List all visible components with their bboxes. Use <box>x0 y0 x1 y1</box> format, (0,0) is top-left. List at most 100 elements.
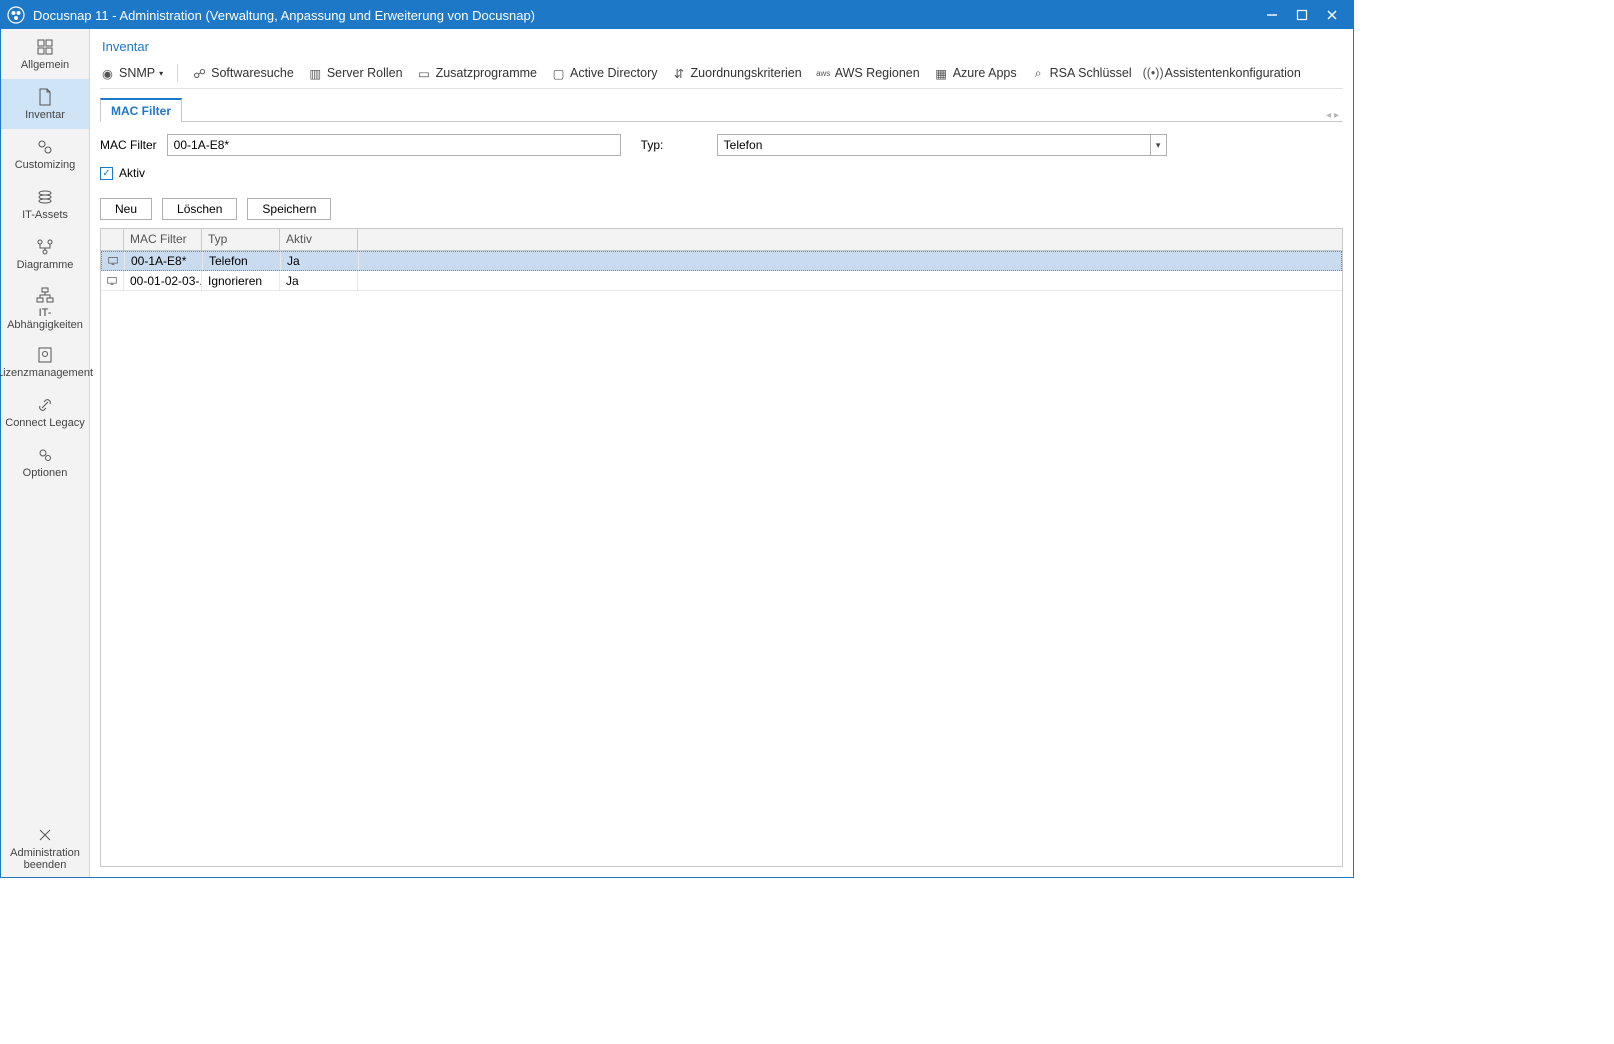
speichern-button[interactable]: Speichern <box>247 198 331 220</box>
toolbar-label: Zusatzprogramme <box>436 66 537 80</box>
sidebar: Allgemein Inventar Customizing IT-Assets… <box>1 29 90 877</box>
toolbar-rsa-schluessel[interactable]: ⌕ RSA Schlüssel <box>1031 66 1132 81</box>
sidebar-item-customizing[interactable]: Customizing <box>1 129 89 179</box>
toolbar-server-rollen[interactable]: ▥ Server Rollen <box>308 66 403 81</box>
tab-mac-filter[interactable]: MAC Filter <box>100 98 182 122</box>
sidebar-item-exit[interactable]: Administration beenden <box>1 819 89 877</box>
grid-row[interactable]: 00-01-02-03-... Ignorieren Ja <box>101 271 1342 291</box>
mac-filter-label: MAC Filter <box>100 138 157 152</box>
sidebar-item-it-abhaengigkeiten[interactable]: IT-Abhängigkeiten <box>1 279 89 337</box>
close-button[interactable] <box>1317 1 1347 29</box>
toolbar-snmp[interactable]: ◉ SNMP ▾ <box>100 66 163 81</box>
sidebar-item-label: Diagramme <box>17 259 74 271</box>
grid-cell-rest <box>359 252 1341 270</box>
grid-cell-typ: Ignorieren <box>202 271 280 290</box>
monitor-icon <box>102 252 125 270</box>
toolbar-azure-apps[interactable]: ▦ Azure Apps <box>934 66 1017 81</box>
diagram-icon <box>35 237 55 257</box>
assign-icon: ⇵ <box>672 66 687 81</box>
grid-body: 00-1A-E8* Telefon Ja 00-01-02-03-... Ign… <box>101 251 1342 866</box>
toolbar-label: Zuordnungskriterien <box>691 66 802 80</box>
ad-icon: ▢ <box>551 66 566 81</box>
grid-row[interactable]: 00-1A-E8* Telefon Ja <box>101 251 1342 271</box>
sidebar-item-diagramme[interactable]: Diagramme <box>1 229 89 279</box>
grid: MAC Filter Typ Aktiv 00-1A-E8* Telefon J… <box>100 228 1343 867</box>
typ-select[interactable]: Telefon ▾ <box>717 134 1167 156</box>
maximize-button[interactable] <box>1287 1 1317 29</box>
toolbar-assistentenkonfiguration[interactable]: ((•)) Assistentenkonfiguration <box>1146 66 1301 81</box>
grid-header-mac[interactable]: MAC Filter <box>124 229 202 250</box>
wizard-icon: ((•)) <box>1146 66 1161 81</box>
minimize-button[interactable] <box>1257 1 1287 29</box>
close-icon <box>35 825 55 845</box>
sidebar-item-label: Connect Legacy <box>5 417 85 429</box>
toolbar-zuordnungskriterien[interactable]: ⇵ Zuordnungskriterien <box>672 66 802 81</box>
tabstrip: MAC Filter ◂ ▸ <box>100 97 1343 122</box>
sidebar-item-optionen[interactable]: Optionen <box>1 437 89 487</box>
grid-icon <box>35 37 55 57</box>
stack-icon <box>35 187 55 207</box>
typ-label: Typ: <box>641 138 671 152</box>
toolbar-label: AWS Regionen <box>835 66 920 80</box>
window-title: Docusnap 11 - Administration (Verwaltung… <box>33 8 1257 23</box>
snmp-icon: ◉ <box>100 66 115 81</box>
loeschen-button[interactable]: Löschen <box>162 198 237 220</box>
grid-header: MAC Filter Typ Aktiv <box>101 229 1342 251</box>
chevron-down-icon: ▾ <box>159 69 163 78</box>
link2-icon: ☍ <box>192 66 207 81</box>
app-logo-icon <box>7 6 25 24</box>
neu-button[interactable]: Neu <box>100 198 152 220</box>
sidebar-item-label: IT-Assets <box>22 209 68 221</box>
sidebar-item-connect-legacy[interactable]: Connect Legacy <box>1 387 89 437</box>
briefcase-icon: ▭ <box>417 66 432 81</box>
chevron-down-icon: ▾ <box>1150 135 1166 155</box>
link-icon <box>35 395 55 415</box>
grid-header-icon[interactable] <box>101 229 124 250</box>
sidebar-item-label: IT-Abhängigkeiten <box>3 307 87 331</box>
sidebar-item-label: Inventar <box>25 109 65 121</box>
azure-icon: ▦ <box>934 66 949 81</box>
key-icon: ⌕ <box>1031 66 1046 81</box>
grid-header-typ[interactable]: Typ <box>202 229 280 250</box>
toolbar-label: Active Directory <box>570 66 658 80</box>
sidebar-item-inventar[interactable]: Inventar <box>1 79 89 129</box>
aktiv-checkbox[interactable]: ✓ <box>100 167 113 180</box>
toolbar: ◉ SNMP ▾ ☍ Softwaresuche ▥ Server Rollen… <box>100 62 1343 89</box>
gears-icon <box>35 137 55 157</box>
license-icon <box>35 345 55 365</box>
grid-cell-rest <box>358 271 1342 290</box>
sidebar-item-lizenzmanagement[interactable]: Lizenzmanagement <box>1 337 89 387</box>
sidebar-item-it-assets[interactable]: IT-Assets <box>1 179 89 229</box>
aktiv-label: Aktiv <box>119 166 145 180</box>
sidebar-item-label: Customizing <box>15 159 76 171</box>
toolbar-label: Softwaresuche <box>211 66 294 80</box>
toolbar-separator <box>177 64 178 82</box>
titlebar: Docusnap 11 - Administration (Verwaltung… <box>1 1 1353 29</box>
grid-cell-aktiv: Ja <box>280 271 358 290</box>
sidebar-item-allgemein[interactable]: Allgemein <box>1 29 89 79</box>
toolbar-label: Assistentenkonfiguration <box>1165 66 1301 80</box>
toolbar-label: Azure Apps <box>953 66 1017 80</box>
toolbar-softwaresuche[interactable]: ☍ Softwaresuche <box>192 66 294 81</box>
aws-icon: aws <box>816 66 831 81</box>
sidebar-item-label: Allgemein <box>21 59 69 71</box>
grid-header-rest <box>358 229 1342 250</box>
grid-header-aktiv[interactable]: Aktiv <box>280 229 358 250</box>
grid-cell-aktiv: Ja <box>281 252 359 270</box>
sidebar-item-label: Administration beenden <box>10 847 80 871</box>
grid-cell-mac: 00-01-02-03-... <box>124 271 202 290</box>
grid-cell-mac: 00-1A-E8* <box>125 252 203 270</box>
gears2-icon <box>35 445 55 465</box>
sidebar-item-label: Optionen <box>23 467 68 479</box>
toolbar-zusatzprogramme[interactable]: ▭ Zusatzprogramme <box>417 66 537 81</box>
toolbar-label: Server Rollen <box>327 66 403 80</box>
mac-filter-input[interactable] <box>167 134 621 156</box>
toolbar-label: RSA Schlüssel <box>1050 66 1132 80</box>
toolbar-label: SNMP <box>119 66 155 80</box>
breadcrumb: Inventar <box>100 35 1343 62</box>
depend-icon <box>35 285 55 305</box>
toolbar-active-directory[interactable]: ▢ Active Directory <box>551 66 658 81</box>
tab-nav[interactable]: ◂ ▸ <box>1326 110 1343 121</box>
monitor-icon <box>101 271 124 290</box>
toolbar-aws-regionen[interactable]: aws AWS Regionen <box>816 66 920 81</box>
